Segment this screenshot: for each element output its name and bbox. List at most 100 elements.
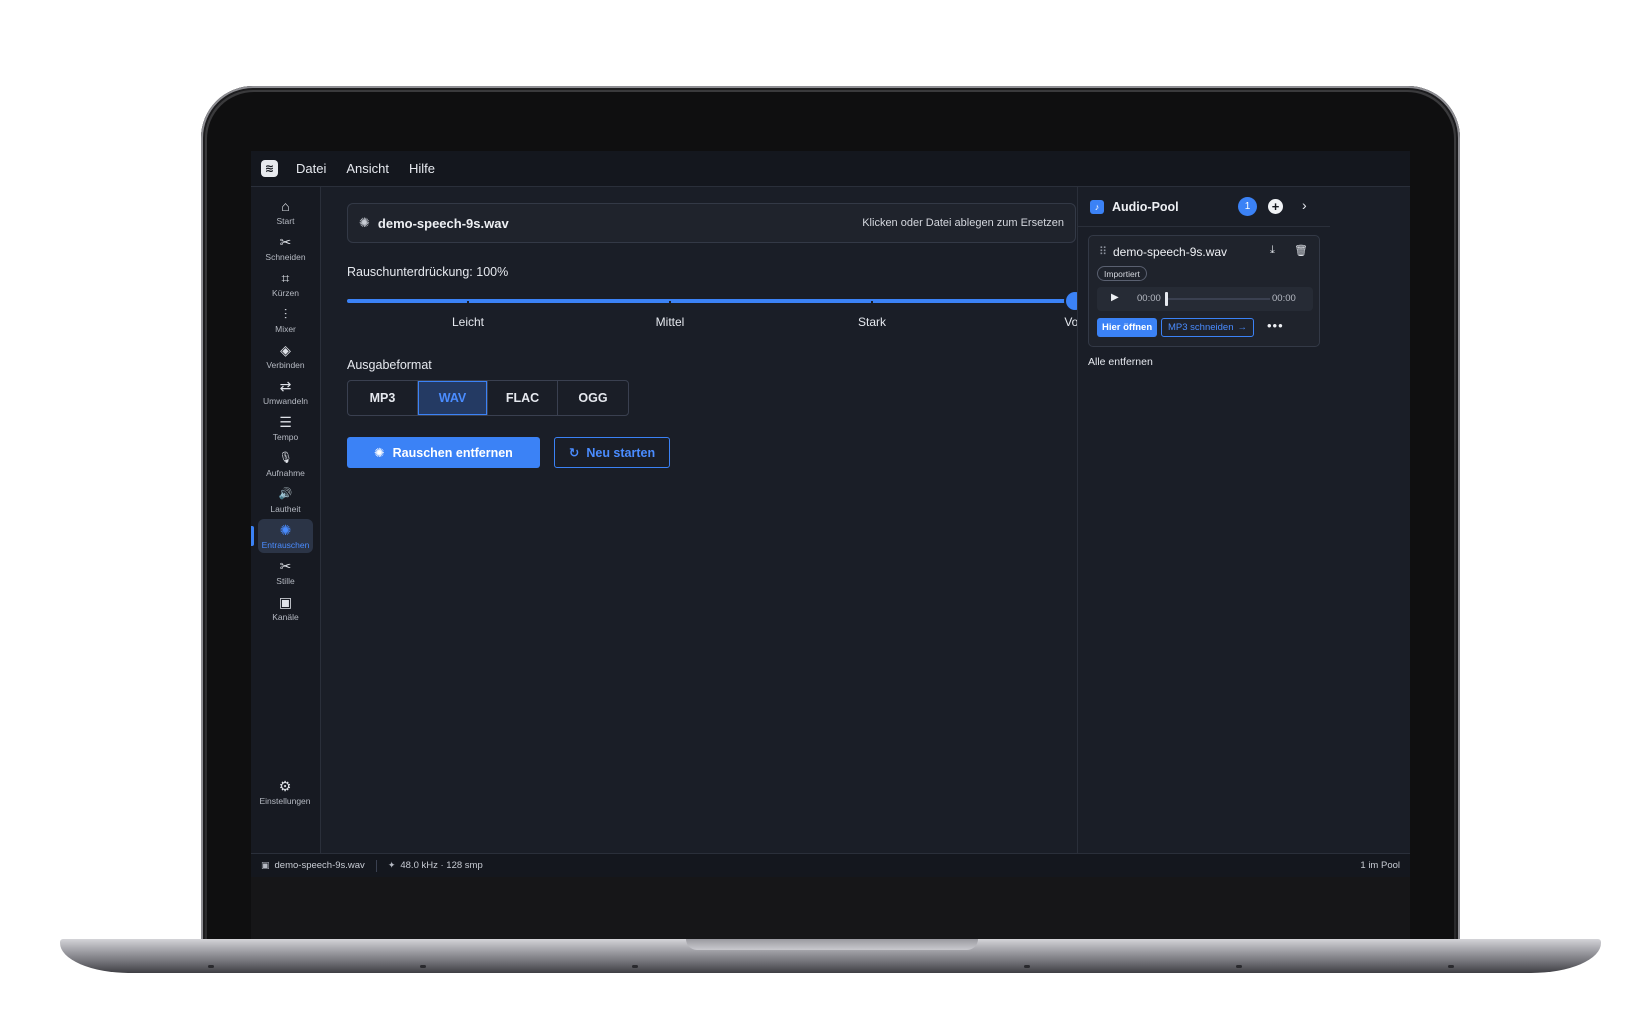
sidebar-item-label: Tempo — [272, 431, 299, 442]
status-audio-info: 48.0 kHz · 128 smp — [400, 860, 483, 871]
sidebar-item-kuerzen[interactable]: ⌗ Kürzen — [258, 267, 313, 301]
format-mp3-button[interactable]: MP3 — [348, 381, 418, 415]
home-icon: ⌂ — [281, 197, 290, 214]
refresh-icon: ↻ — [568, 446, 580, 460]
more-options-icon[interactable]: ••• — [1267, 318, 1284, 333]
sidebar-item-verbinden[interactable]: ◈ Verbinden — [258, 339, 313, 373]
sidebar-item-label: Start — [276, 215, 295, 226]
slider-tick-mark — [669, 301, 671, 303]
microphone-icon: 🎙 — [278, 451, 293, 464]
sidebar-item-label: Mixer — [275, 323, 296, 334]
trash-icon[interactable]: 🗑 — [1294, 244, 1308, 257]
app-logo-icon[interactable]: ≋ — [261, 160, 278, 177]
dropzone-hint: Klicken oder Datei ablegen zum Ersetzen — [862, 217, 1064, 229]
current-time: 00:00 — [1137, 293, 1161, 304]
slider-tick-mittel: Mittel — [655, 315, 685, 329]
mixer-icon: ⫶ — [283, 305, 288, 322]
menu-datei[interactable]: Datei — [296, 161, 326, 176]
sliders-icon: ☰ — [279, 413, 292, 430]
laptop-foot — [1024, 965, 1030, 968]
drag-handle-icon[interactable]: ⠿ — [1099, 245, 1107, 258]
seek-bar[interactable] — [1165, 298, 1270, 300]
sidebar-item-tempo[interactable]: ☰ Tempo — [258, 411, 313, 445]
slider-tick-mark — [871, 301, 873, 303]
mp3-cut-button[interactable]: MP3 schneiden → — [1161, 318, 1254, 337]
noise-reduction-slider[interactable] — [347, 299, 1075, 303]
sidebar-item-label: Verbinden — [266, 359, 305, 370]
output-format-label: Ausgabeformat — [347, 358, 432, 372]
download-icon[interactable]: ⤓ — [1270, 244, 1275, 257]
format-wav-button[interactable]: WAV — [418, 381, 488, 415]
sidebar-item-lautheit[interactable]: 🔊 Lautheit — [258, 483, 313, 517]
remove-noise-label: Rauschen entfernen — [392, 445, 513, 460]
laptop-chin — [251, 877, 1410, 939]
format-ogg-button[interactable]: OGG — [558, 381, 628, 415]
sidebar-item-label: Aufnahme — [266, 467, 305, 478]
sidebar-item-label: Umwandeln — [263, 395, 308, 406]
arrow-right-icon: → — [1237, 322, 1247, 333]
speaker-icon: 🔊 — [278, 487, 293, 500]
remove-all-button[interactable]: Alle entfernen — [1088, 356, 1153, 368]
status-pool-count: 1 im Pool — [1360, 860, 1400, 871]
app-window: ≋ Datei Ansicht Hilfe ⌂ Start ✂ Schneide… — [251, 151, 1410, 877]
audio-player: ▶ 00:00 00:00 — [1097, 287, 1313, 311]
menu-bar: ≋ Datei Ansicht Hilfe — [251, 151, 1410, 187]
crop-icon: ⌗ — [281, 269, 290, 286]
menu-ansicht[interactable]: Ansicht — [346, 161, 389, 176]
scissors-icon: ✂ — [279, 233, 292, 250]
sidebar-item-label: Kanäle — [272, 611, 299, 622]
format-flac-button[interactable]: FLAC — [488, 381, 558, 415]
sidebar-active-indicator — [251, 526, 254, 546]
laptop-foot — [1236, 965, 1242, 968]
gear-icon: ⚙ — [278, 777, 292, 794]
layers-icon: ◈ — [280, 341, 291, 358]
main-panel: ✺ demo-speech-9s.wav Klicken oder Datei … — [322, 187, 1097, 853]
audio-pool-header: ♪ Audio-Pool 1 + › — [1078, 187, 1330, 227]
music-library-icon: ♪ — [1090, 199, 1104, 214]
denoise-icon: ✺ — [374, 446, 385, 460]
waveform-icon: ✦ — [387, 860, 396, 870]
total-time: 00:00 — [1272, 293, 1296, 304]
seek-handle[interactable] — [1165, 292, 1168, 306]
sidebar-item-mixer[interactable]: ⫶ Mixer — [258, 303, 313, 337]
status-bar: ▣ demo-speech-9s.wav ✦ 48.0 kHz · 128 sm… — [251, 853, 1410, 877]
play-icon[interactable]: ▶ — [1111, 292, 1119, 303]
status-file-name: demo-speech-9s.wav — [274, 860, 365, 871]
pool-item-name: demo-speech-9s.wav — [1113, 245, 1228, 259]
sidebar-item-einstellungen[interactable]: ⚙ Einstellungen — [255, 775, 315, 809]
remove-noise-button[interactable]: ✺ Rauschen entfernen — [347, 437, 540, 468]
restart-label: Neu starten — [586, 445, 656, 460]
sidebar-item-label: Entrauschen — [261, 539, 310, 550]
audio-pool-panel: ♪ Audio-Pool 1 + › ⠿ demo-speech-9s.wav … — [1077, 187, 1330, 853]
add-audio-button[interactable]: + — [1268, 199, 1283, 214]
sidebar-item-umwandeln[interactable]: ⇄ Umwandeln — [258, 375, 313, 409]
pool-item[interactable]: ⠿ demo-speech-9s.wav ⤓ 🗑 Importiert ▶ 00… — [1088, 235, 1320, 347]
sidebar-item-entrauschen[interactable]: ✺ Entrauschen — [258, 519, 313, 553]
sidebar-item-schneiden[interactable]: ✂ Schneiden — [258, 231, 313, 265]
laptop-foot — [632, 965, 638, 968]
file-dropzone[interactable]: ✺ demo-speech-9s.wav Klicken oder Datei … — [347, 203, 1076, 243]
sidebar-item-kanaele[interactable]: ▣ Kanäle — [258, 591, 313, 625]
slider-tick-mark — [467, 301, 469, 303]
laptop-foot — [420, 965, 426, 968]
status-badge: Importiert — [1097, 266, 1147, 281]
slider-tick-stark: Stark — [857, 315, 887, 329]
open-here-button[interactable]: Hier öffnen — [1097, 318, 1158, 337]
chevron-right-icon[interactable]: › — [1302, 197, 1307, 213]
denoise-icon: ✺ — [359, 215, 370, 230]
noise-reduction-label: Rauschunterdrückung: 100% — [347, 265, 509, 279]
laptop-notch — [686, 939, 978, 950]
sidebar-item-label: Stille — [276, 575, 295, 586]
menu-hilfe[interactable]: Hilfe — [409, 161, 435, 176]
sidebar-item-label: Schneiden — [265, 251, 306, 262]
sidebar-item-label: Kürzen — [272, 287, 299, 298]
sidebar-item-aufnahme[interactable]: 🎙 Aufnahme — [258, 447, 313, 481]
laptop-foot — [1448, 965, 1454, 968]
pool-count-badge: 1 — [1238, 197, 1257, 216]
sidebar-item-start[interactable]: ⌂ Start — [258, 195, 313, 229]
scissors-icon: ✂ — [279, 557, 292, 574]
restart-button[interactable]: ↻ Neu starten — [554, 437, 670, 468]
slider-tick-leicht: Leicht — [451, 315, 485, 329]
denoise-icon: ✺ — [279, 521, 292, 538]
sidebar-item-stille[interactable]: ✂ Stille — [258, 555, 313, 589]
